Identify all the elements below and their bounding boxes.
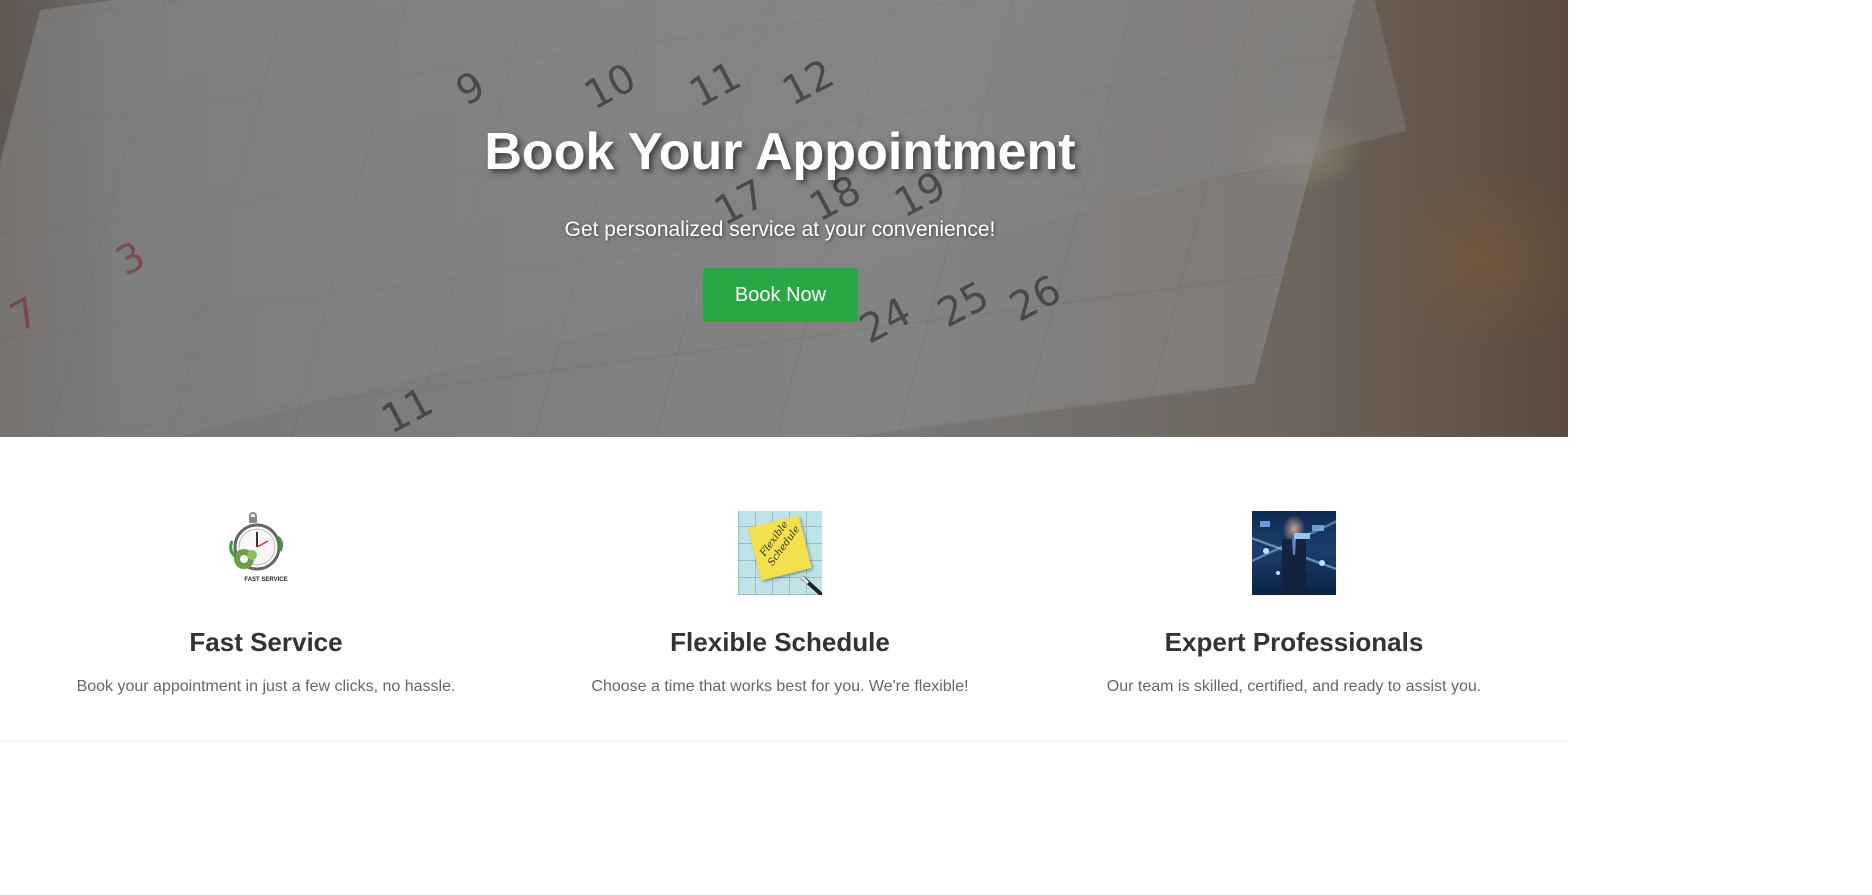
book-now-button[interactable]: Book Now [703,268,858,322]
fast-service-image-caption: FAST SERVICE [244,577,288,583]
feature-description: Choose a time that works best for you. W… [591,678,969,695]
hero-subtitle: Get personalized service at your conveni… [564,218,996,241]
hero-banner: 9 10 11 12 17 18 19 25 26 24 3 7 11 Book… [0,0,1568,437]
features-section: FAST SERVICE Fast Service Book your appo… [0,437,1568,743]
feature-title: Expert Professionals [1164,627,1424,657]
feature-title: Flexible Schedule [670,627,890,657]
hero-content: Book Your Appointment Get personalized s… [0,0,1568,437]
hero-title: Book Your Appointment [484,123,1076,181]
feature-expert-professionals: Expert Professionals Our team is skilled… [1044,437,1544,743]
feature-description: Book your appointment in just a few clic… [76,678,456,695]
feature-fast-service: FAST SERVICE Fast Service Book your appo… [16,437,516,743]
feature-title: Fast Service [189,627,343,657]
feature-description: Our team is skilled, certified, and read… [1106,678,1482,695]
expert-professional-image [1252,511,1336,595]
flexible-schedule-image: Flexible Schedule [738,511,822,595]
businessman-icon [1260,521,1325,595]
pen-icon [800,575,822,595]
section-divider [0,740,1568,744]
feature-flexible-schedule: Flexible Schedule Flexible Schedule Choo… [530,437,1030,743]
fast-service-image: FAST SERVICE [224,511,308,595]
